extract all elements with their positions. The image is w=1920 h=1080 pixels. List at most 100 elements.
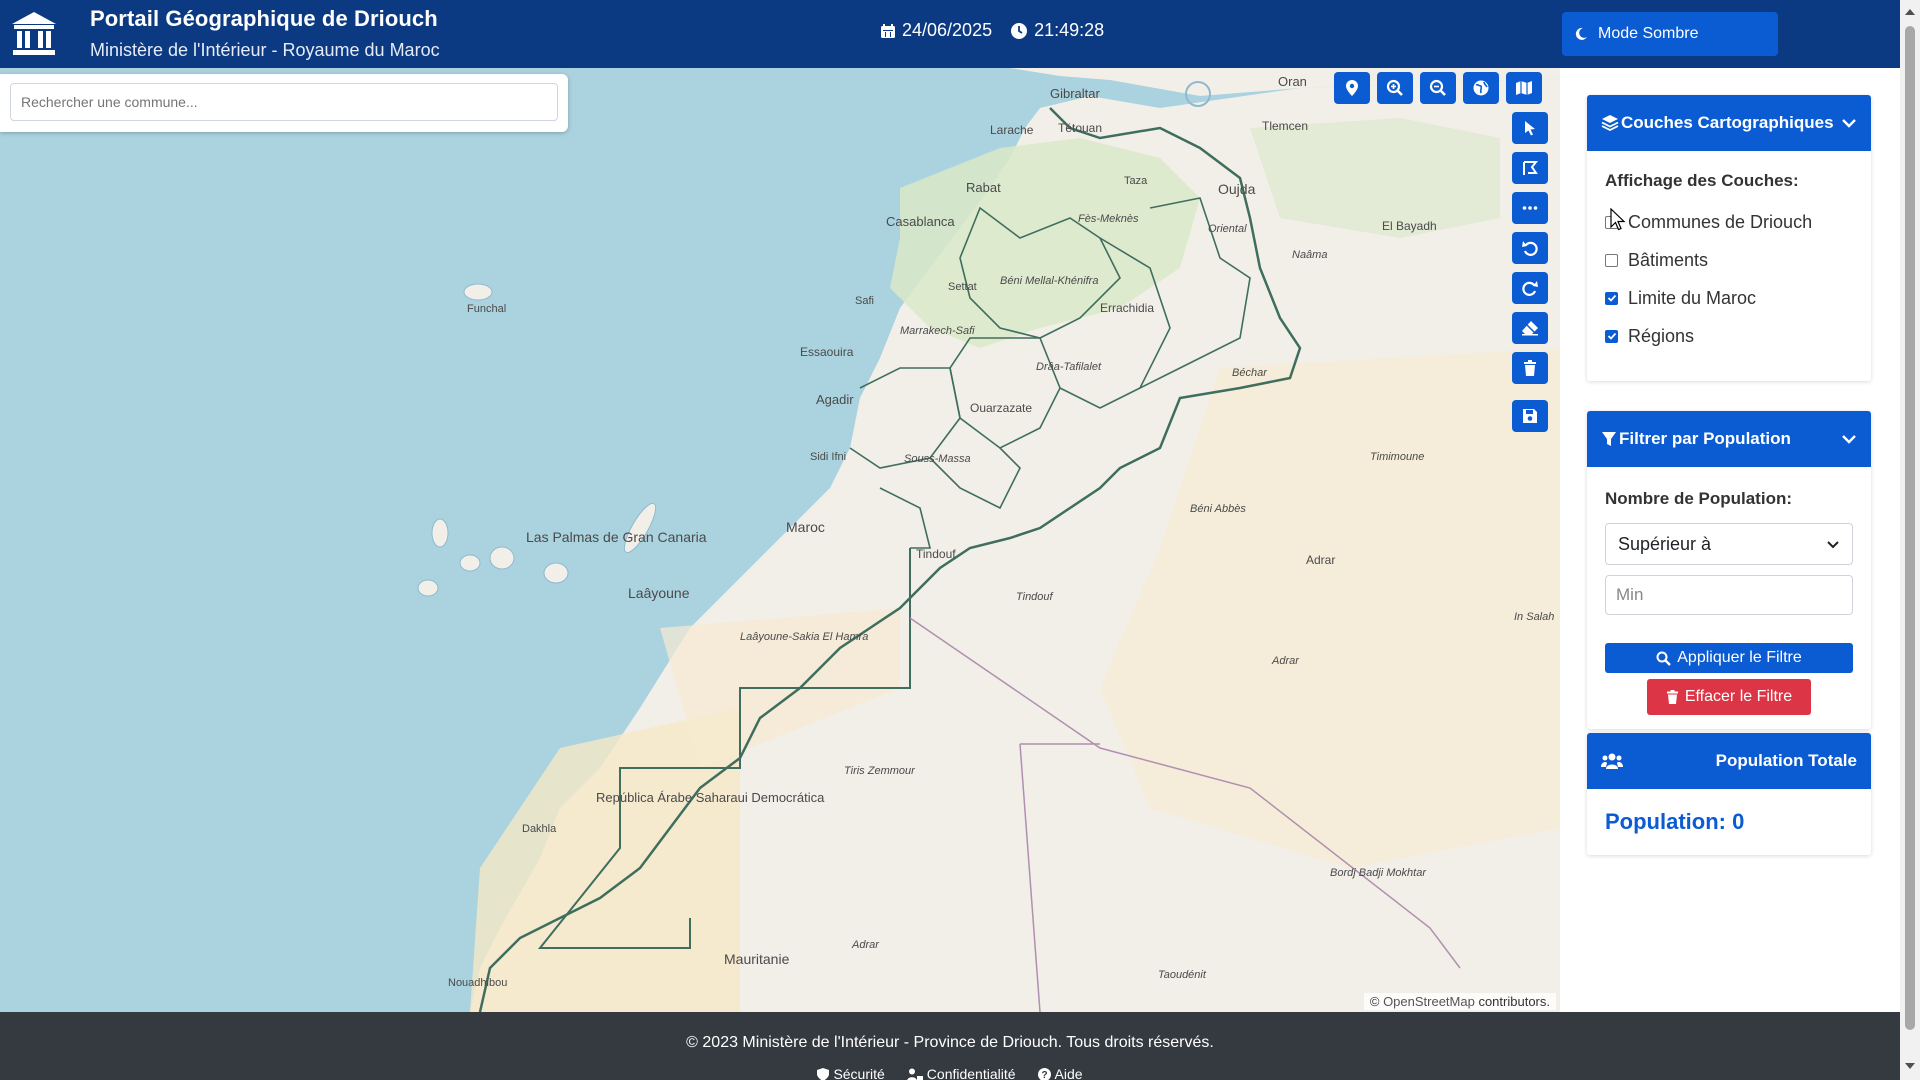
delete-button[interactable] <box>1512 352 1548 384</box>
footer-link-securite[interactable]: Sécurité <box>817 1066 885 1080</box>
page-scrollbar[interactable] <box>1900 0 1920 1080</box>
footer-links: Sécurité Confidentialité ? Aide <box>0 1066 1900 1080</box>
search-input[interactable] <box>10 83 558 121</box>
map-label-oran: Oran <box>1278 74 1307 89</box>
layer-label-limite-maroc: Limite du Maroc <box>1628 287 1757 308</box>
scroll-down-icon[interactable] <box>1904 1062 1916 1070</box>
locate-icon <box>1346 80 1358 96</box>
layer-checkbox-regions[interactable] <box>1605 329 1618 343</box>
map-label-souss: Souss-Massa <box>904 453 971 465</box>
footer-link-securite-label: Sécurité <box>833 1066 885 1080</box>
draw-polygon-icon <box>1523 161 1539 175</box>
map-icon <box>1516 81 1532 95</box>
filter-panel-header[interactable]: Filtrer par Population <box>1587 411 1871 467</box>
map-label-sidiifni: Sidi Ifni <box>810 451 846 463</box>
save-button[interactable] <box>1512 400 1548 432</box>
map-label-insalah: In Salah <box>1514 611 1554 623</box>
shield-icon <box>817 1067 830 1080</box>
map-label-tiris: Tiris Zemmour <box>844 765 916 777</box>
map-label-adrar-region: Adrar <box>1271 655 1300 667</box>
layer-row-limite-maroc[interactable]: Limite du Maroc <box>1605 279 1853 317</box>
chevron-down-icon <box>1842 435 1856 444</box>
layer-checkbox-limite-maroc[interactable] <box>1605 291 1618 305</box>
app-header: Portail Géographique de Driouch Ministèr… <box>0 0 1900 68</box>
select-tool-button[interactable] <box>1512 112 1548 144</box>
population-min-input[interactable]: Min <box>1605 575 1853 615</box>
more-tools-button[interactable] <box>1512 192 1548 224</box>
layers-panel-header[interactable]: Couches Cartographiques <box>1587 95 1871 151</box>
layer-label-batiments: Bâtiments <box>1628 249 1709 270</box>
scrollbar-thumb[interactable] <box>1905 26 1915 1030</box>
population-operator-value: Supérieur à <box>1618 533 1712 554</box>
map-label-funchal: Funchal <box>467 303 506 315</box>
zoom-out-button[interactable] <box>1420 72 1456 104</box>
population-panel-title: Population Totale <box>1715 751 1857 770</box>
map-label-ouarzazate: Ouarzazate <box>970 401 1032 415</box>
dark-mode-label: Mode Sombre <box>1598 25 1699 42</box>
filter-section-label: Nombre de Population: <box>1605 489 1792 508</box>
mouse-cursor-icon <box>1610 208 1626 231</box>
map-label-bordj: Bordj Badji Mokhtar <box>1330 867 1427 879</box>
clock-icon <box>1011 22 1028 39</box>
layers-section-label: Affichage des Couches: <box>1605 171 1799 190</box>
current-date: 24/06/2025 <box>902 20 993 40</box>
globe-button[interactable] <box>1463 72 1499 104</box>
map-label-tlemcen: Tlemcen <box>1262 119 1308 133</box>
openstreetmap-link[interactable]: OpenStreetMap <box>1383 994 1475 1009</box>
map-label-tindouf-province: Tindouf <box>1016 591 1054 603</box>
filter-panel: Filtrer par Population Nombre de Populat… <box>1587 411 1871 729</box>
institution-icon <box>12 12 56 55</box>
map-label-oriental: Oriental <box>1208 223 1247 235</box>
layer-checkbox-batiments[interactable] <box>1605 253 1618 267</box>
map-label-adrar-mauritanie: Adrar <box>851 939 880 951</box>
map-label-agadir: Agadir <box>816 392 854 407</box>
page-title: Portail Géographique de Driouch <box>90 6 438 31</box>
map-label-naama: Naâma <box>1292 249 1327 261</box>
zoom-in-button[interactable] <box>1377 72 1413 104</box>
clear-filter-button[interactable]: Effacer le Filtre <box>1647 679 1811 715</box>
layer-row-regions[interactable]: Régions <box>1605 317 1853 355</box>
footer-link-aide[interactable]: ? Aide <box>1037 1066 1083 1080</box>
layer-label-communes: Communes de Driouch <box>1628 211 1813 232</box>
zoom-out-icon <box>1429 79 1446 96</box>
map-label-beniabbes: Béni Abbès <box>1190 503 1246 515</box>
map-label-lapalmas: Las Palmas de Gran Canaria <box>526 529 707 545</box>
locate-button[interactable] <box>1334 72 1370 104</box>
map-label-fes: Fès-Meknès <box>1078 213 1139 225</box>
map-view[interactable]: Gibraltar Oran Tlemcen Larache Tétouan R… <box>0 68 1560 1012</box>
map-attribution: © OpenStreetMap contributors. <box>1363 993 1556 1010</box>
search-icon <box>1656 651 1672 666</box>
map-layers-button[interactable] <box>1506 72 1542 104</box>
map-label-draa: Drâa-Tafilalet <box>1036 361 1102 373</box>
layers-panel-title: Couches Cartographiques <box>1621 113 1834 132</box>
scroll-up-icon[interactable] <box>1904 8 1916 16</box>
map-label-nouadhibou: Nouadhibou <box>448 977 507 989</box>
map-label-tetouan: Tétouan <box>1058 121 1102 135</box>
layer-row-batiments[interactable]: Bâtiments <box>1605 241 1853 279</box>
redo-button[interactable] <box>1512 272 1548 304</box>
map-label-laayoune-region: Laâyoune-Sakia El Hamra <box>740 631 868 643</box>
chevron-down-icon <box>1827 541 1839 549</box>
footer-copyright: © 2023 Ministère de l'Intérieur - Provin… <box>686 1034 1214 1051</box>
undo-button[interactable] <box>1512 232 1548 264</box>
population-operator-select[interactable]: Supérieur à <box>1605 523 1853 565</box>
dark-mode-button[interactable]: Mode Sombre <box>1562 12 1778 56</box>
basemap[interactable]: Gibraltar Oran Tlemcen Larache Tétouan R… <box>0 68 1560 1012</box>
apply-filter-button[interactable]: Appliquer le Filtre <box>1605 643 1853 673</box>
draw-polygon-button[interactable] <box>1512 152 1548 184</box>
map-label-marrakech: Marrakech-Safi <box>900 325 975 337</box>
map-label-elbayadh: El Bayadh <box>1382 219 1437 233</box>
app-footer: © 2023 Ministère de l'Intérieur - Provin… <box>0 1012 1900 1080</box>
map-label-rasd: República Árabe Saharaui Democrática <box>596 790 825 805</box>
map-label-dakhla: Dakhla <box>522 823 557 835</box>
more-icon <box>1522 206 1538 210</box>
eraser-button[interactable] <box>1512 312 1548 344</box>
calendar-icon <box>881 23 895 38</box>
layer-row-communes[interactable]: Communes de Driouch <box>1605 203 1853 241</box>
zoom-in-icon <box>1386 79 1403 96</box>
svg-text:?: ? <box>1041 1070 1047 1080</box>
redo-icon <box>1522 281 1538 296</box>
map-label-laayoune: Laâyoune <box>628 585 690 601</box>
footer-link-confidentialite[interactable]: Confidentialité <box>906 1066 1016 1080</box>
save-icon <box>1523 409 1537 423</box>
